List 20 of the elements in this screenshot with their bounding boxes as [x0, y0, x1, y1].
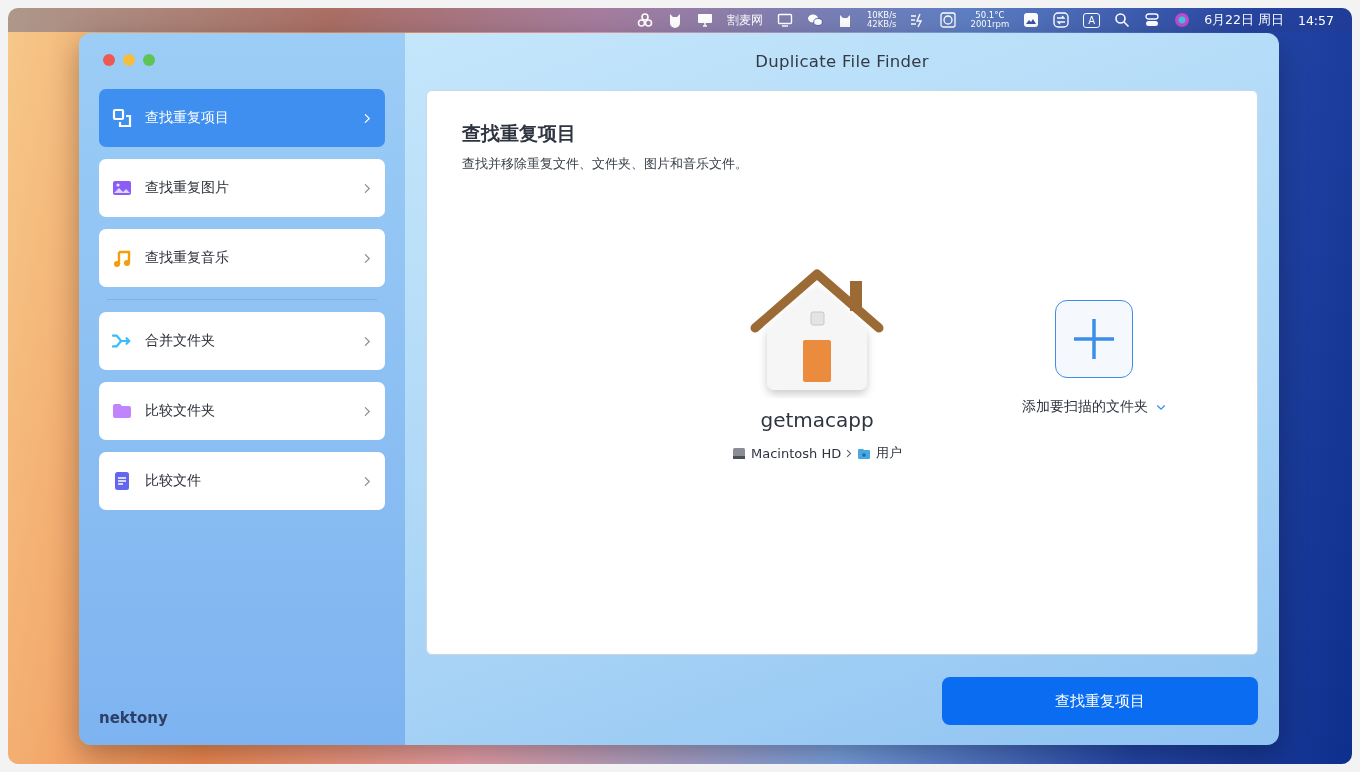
menu-bar-text[interactable]: 割麦网: [726, 11, 763, 29]
nektony-logo: nektony: [99, 709, 168, 727]
input-source-badge[interactable]: A: [1083, 12, 1101, 28]
path-segment[interactable]: Macintosh HD: [751, 445, 842, 461]
sidebar-item[interactable]: 比较文件: [99, 452, 385, 510]
add-folder-dropdown[interactable]: 添加要扫描的文件夹: [1022, 398, 1167, 416]
network-speed[interactable]: 10KB/s 42KB/s: [866, 11, 897, 29]
menu-bar-date[interactable]: 6月22日 周日: [1204, 11, 1284, 29]
folder-name: getmacapp: [760, 408, 874, 432]
window-title: Duplicate File Finder: [754, 51, 930, 73]
panel-title: 查找重复项目: [462, 121, 577, 146]
path-segment[interactable]: 用户: [876, 444, 903, 462]
sidebar-item[interactable]: 查找重复图片: [99, 159, 385, 217]
sidebar-item[interactable]: 查找重复音乐: [99, 229, 385, 287]
sidebar-item[interactable]: 合并文件夹: [99, 312, 385, 370]
sidebar-item[interactable]: 比较文件夹: [99, 382, 385, 440]
find-duplicates-button[interactable]: 查找重复项目: [942, 677, 1258, 725]
panel-subtitle: 查找并移除重复文件、文件夹、图片和音乐文件。: [462, 156, 749, 173]
sensor-readings[interactable]: 50.1°C 2001rpm: [970, 11, 1010, 29]
menu-bar-clock[interactable]: 14:57: [1297, 12, 1334, 28]
